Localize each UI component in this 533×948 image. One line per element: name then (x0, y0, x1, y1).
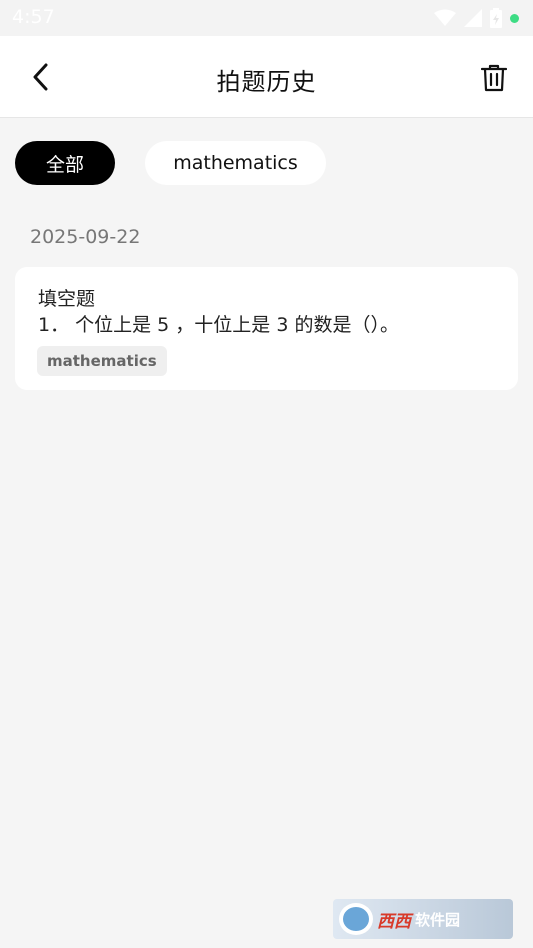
battery-icon (490, 8, 502, 28)
notification-dot-icon (510, 13, 519, 23)
status-bar: 4:57 (0, 0, 533, 36)
status-icons (434, 7, 519, 29)
delete-button[interactable] (477, 60, 511, 96)
question-type: 填空题 (38, 288, 96, 310)
question-text: 1． 个位上是 5 ，十位上是 3 的数是（）。 (38, 314, 399, 336)
watermark-text: 软件园 (415, 910, 461, 929)
watermark: 西西 软件园 (333, 899, 513, 939)
status-time: 4:57 (12, 6, 55, 28)
history-card[interactable]: 填空题 1． 个位上是 5 ，十位上是 3 的数是（）。 mathematics (15, 267, 518, 390)
wifi-icon (434, 9, 456, 26)
filter-chip-mathematics[interactable]: mathematics (145, 141, 326, 185)
page-title: 拍题历史 (216, 68, 317, 96)
app-bar: 拍题历史 (0, 36, 533, 118)
watermark-brand: 西西 (377, 911, 411, 932)
subject-tag: mathematics (37, 346, 167, 376)
watermark-logo-icon (339, 903, 373, 935)
filter-chips: 全部 mathematics (15, 141, 326, 185)
signal-icon (464, 9, 482, 27)
filter-chip-all[interactable]: 全部 (15, 141, 115, 185)
trash-icon (481, 64, 507, 92)
history-date: 2025-09-22 (30, 226, 141, 248)
